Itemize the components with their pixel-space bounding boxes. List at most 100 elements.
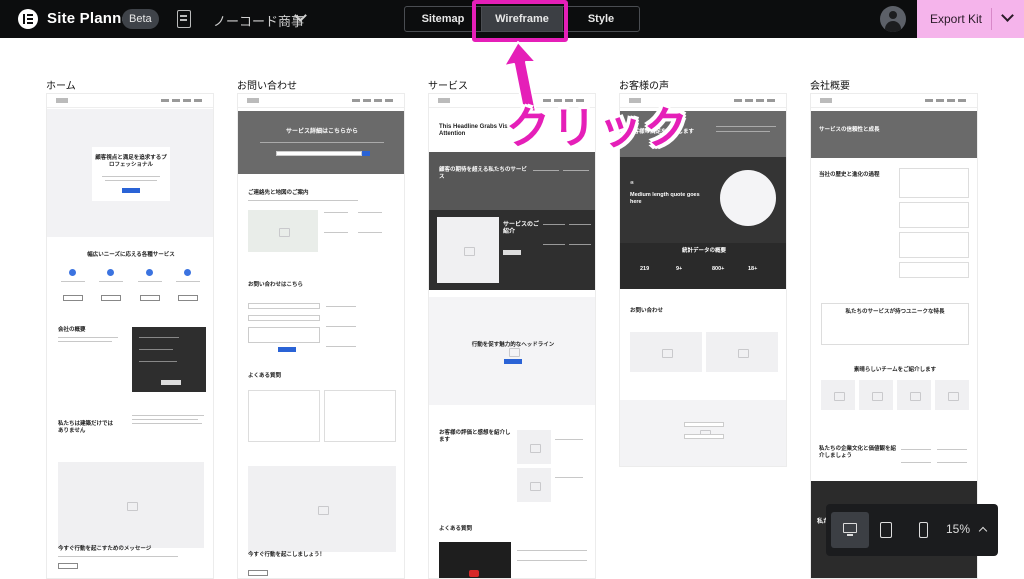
- section-heading: 顧客の期待を超える私たちのサービス: [439, 167, 527, 180]
- page-title-contact: お問い合わせ: [237, 81, 297, 92]
- service-button[interactable]: [140, 295, 160, 301]
- team-member-photo: [821, 380, 855, 410]
- wireframe-page-services[interactable]: This Headline Grabs Visitors' Attention …: [428, 93, 596, 579]
- user-avatar-icon[interactable]: [880, 6, 906, 32]
- form-field[interactable]: [684, 422, 724, 427]
- image-placeholder-icon: [630, 332, 702, 372]
- text-line: [176, 281, 200, 282]
- mobile-icon[interactable]: [904, 512, 942, 548]
- play-icon[interactable]: [469, 570, 479, 577]
- faq-card[interactable]: [324, 390, 396, 442]
- feature-heading: 私たちのサービスが持つユニークな特長: [845, 309, 945, 315]
- cta-background: [429, 297, 595, 405]
- timeline-card[interactable]: [899, 202, 969, 228]
- text-line: [139, 349, 173, 350]
- text-line: [543, 244, 565, 245]
- text-line: [563, 170, 589, 171]
- dark-card-button[interactable]: [161, 380, 181, 385]
- cta-button[interactable]: [504, 359, 522, 364]
- team-member-photo: [897, 380, 931, 410]
- faq-card[interactable]: [248, 390, 320, 442]
- form-field[interactable]: [248, 303, 320, 309]
- hero-button[interactable]: [122, 188, 140, 193]
- company-heading: 会社の概要: [58, 327, 86, 333]
- cta-heading: 今すぐ行動を起こすためのメッセージ: [58, 546, 152, 552]
- text-line: [716, 126, 776, 127]
- timeline-card[interactable]: [899, 232, 969, 258]
- text-line: [937, 462, 967, 463]
- image-placeholder-icon: [248, 466, 396, 552]
- text-line: [324, 212, 348, 213]
- team-member-photo: [935, 380, 969, 410]
- page-title-company: 会社概要: [810, 81, 850, 92]
- form-section: [620, 400, 786, 466]
- text-line: [132, 415, 204, 416]
- site-name-selector[interactable]: ノーコード商事: [213, 11, 304, 30]
- tab-sitemap[interactable]: Sitemap: [405, 7, 482, 31]
- service-icon: [146, 269, 153, 276]
- wireframe-page-contact[interactable]: サービス詳細はこちらから ご連絡先と地図のご案内 お問い合わせはこちら よくある…: [237, 93, 405, 579]
- service-button[interactable]: [101, 295, 121, 301]
- text-line: [555, 439, 583, 440]
- text-line: [132, 419, 198, 420]
- hero-heading: 顧客視点と満足を追求するプロフェッショナル: [95, 155, 167, 168]
- text-line: [543, 224, 565, 225]
- text-line: [937, 449, 967, 450]
- search-field[interactable]: [276, 151, 362, 156]
- search-button[interactable]: [362, 151, 370, 156]
- text-line: [139, 361, 177, 362]
- export-kit-label: Export Kit: [930, 12, 983, 26]
- stat-value: 800+: [712, 266, 725, 272]
- zoom-level[interactable]: 15%: [946, 522, 970, 536]
- page-title-home: ホーム: [46, 81, 76, 92]
- text-line: [139, 337, 179, 338]
- hero-heading: サービス詳細はこちらから: [285, 129, 358, 135]
- timeline-card[interactable]: [899, 262, 969, 278]
- team-member-photo: [859, 380, 893, 410]
- text-line: [358, 212, 382, 213]
- stat-value: 18+: [748, 266, 758, 272]
- detail-button[interactable]: [503, 250, 521, 255]
- chevron-down-icon[interactable]: [1001, 9, 1014, 22]
- wireframe-page-home[interactable]: 顧客視点と満足を追求するプロフェッショナル 幅広いニーズに応える各種サービス 会…: [46, 93, 214, 579]
- cta-button[interactable]: [58, 563, 78, 569]
- stat-value: 9+: [676, 266, 683, 272]
- quote-mark: “: [630, 180, 634, 189]
- export-kit-button[interactable]: Export Kit: [917, 0, 1024, 38]
- faq-heading: よくある質問: [248, 373, 282, 379]
- form-field[interactable]: [248, 315, 320, 321]
- detail-heading: サービスのご紹介: [503, 222, 540, 236]
- elementor-logo-icon[interactable]: [18, 9, 38, 29]
- philosophy-heading: 私たちの企業文化と価値観を紹介しましょう: [819, 446, 897, 459]
- text-line: [901, 462, 931, 463]
- chevron-up-icon[interactable]: [978, 526, 988, 536]
- review-heading: お客様の評価と感想を紹介します: [439, 430, 511, 443]
- form-field[interactable]: [684, 434, 724, 439]
- team-heading: 素晴らしいチームをご紹介します: [853, 367, 937, 373]
- page-nav: [811, 94, 977, 108]
- text-line: [324, 232, 348, 233]
- map-embed[interactable]: [248, 210, 318, 252]
- tablet-icon[interactable]: [867, 512, 905, 548]
- document-edit-icon[interactable]: [177, 10, 191, 28]
- form-submit-button[interactable]: [278, 347, 296, 352]
- service-button[interactable]: [178, 295, 198, 301]
- desktop-icon[interactable]: [831, 512, 869, 548]
- tab-style[interactable]: Style: [562, 7, 639, 31]
- service-icon: [69, 269, 76, 276]
- image-placeholder-icon: [517, 430, 551, 464]
- form-textarea[interactable]: [248, 327, 320, 343]
- history-heading: 当社の歴史と進化の過程: [819, 172, 880, 178]
- image-placeholder-icon: [58, 462, 204, 548]
- cta-button[interactable]: [248, 570, 268, 576]
- device-zoom-toolbar: 15%: [826, 504, 998, 556]
- text-line: [132, 423, 202, 424]
- text-line: [99, 281, 123, 282]
- beta-badge: Beta: [122, 9, 159, 29]
- text-line: [105, 180, 157, 181]
- divider: [991, 8, 992, 30]
- text-line: [517, 550, 587, 551]
- service-button[interactable]: [63, 295, 83, 301]
- timeline-card[interactable]: [899, 168, 969, 198]
- text-line: [326, 306, 356, 307]
